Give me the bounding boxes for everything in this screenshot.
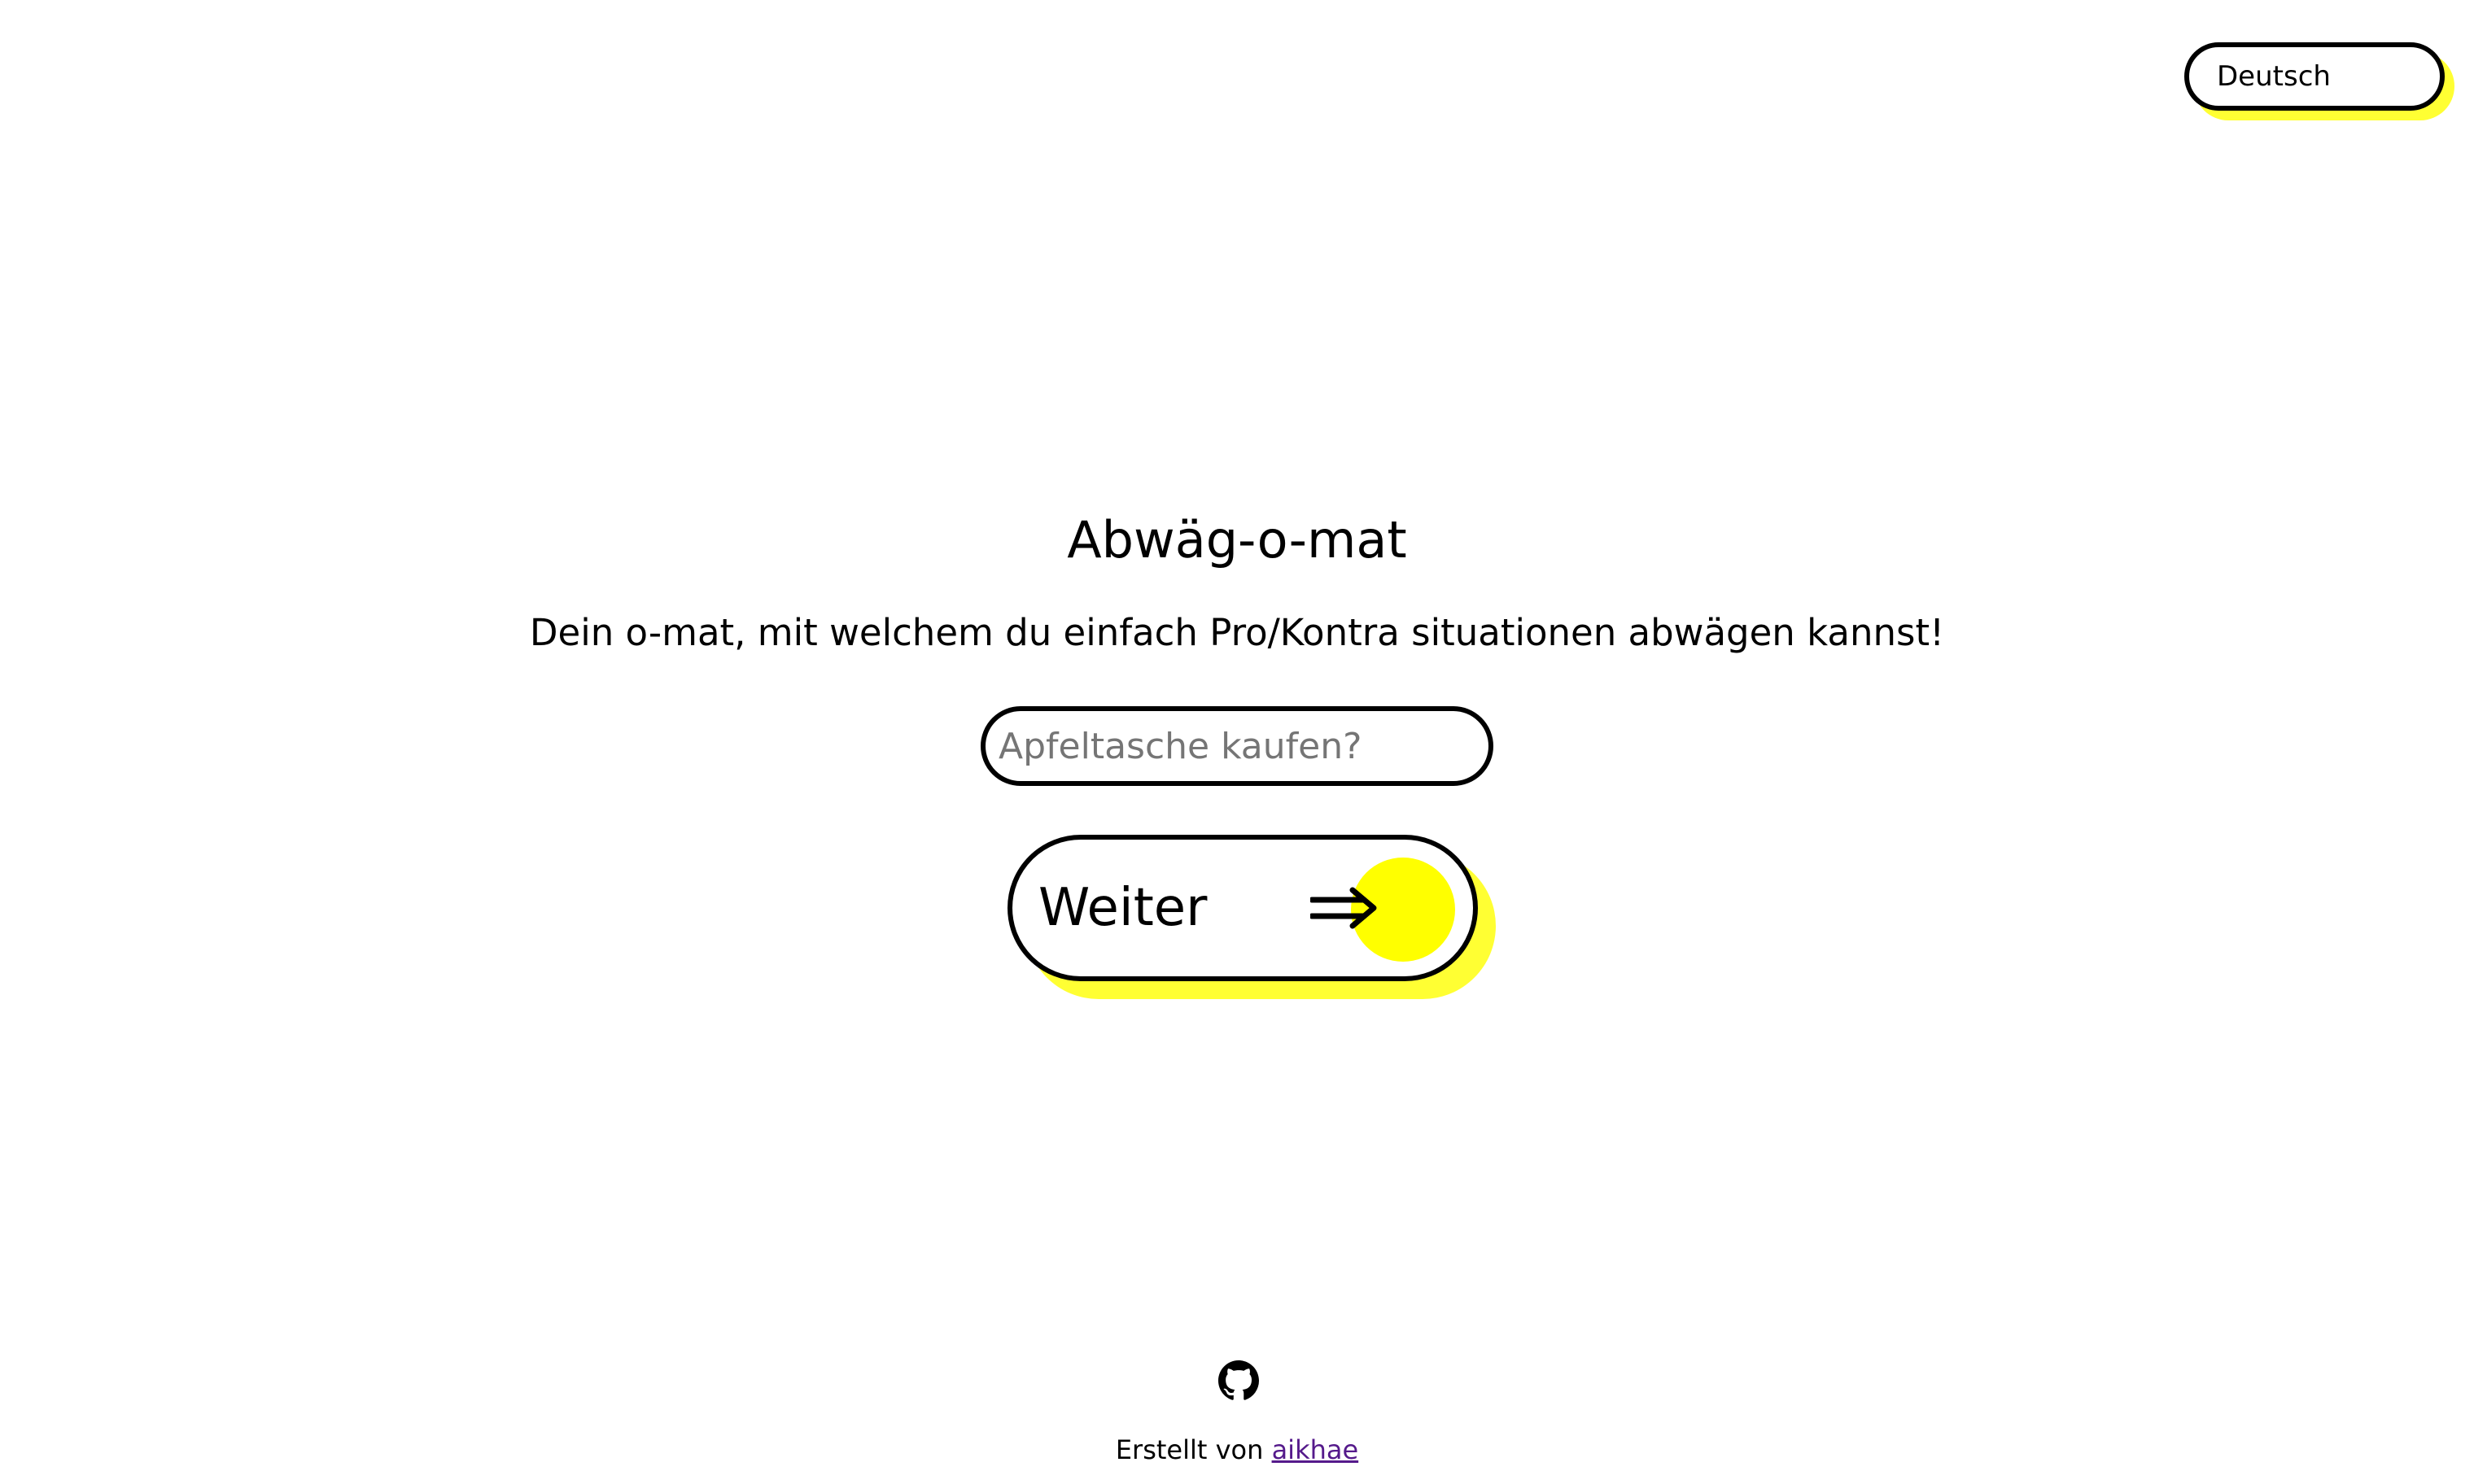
next-button-wrap: Weiter [1008,835,1496,999]
language-selector-value: Deutsch [2217,60,2331,93]
language-selector[interactable]: Deutsch [2184,42,2445,111]
next-button-label: Weiter [1038,878,1208,938]
footer-credit: Erstellt von aikhae [0,1432,2474,1468]
next-button[interactable]: Weiter [1008,835,1478,981]
page-title: Abwäg-o-mat [1067,510,1407,570]
double-arrow-right-icon [1310,887,1377,929]
language-selector-wrap: Deutsch [2184,42,2454,120]
page-subtitle: Dein o-mat, mit welchem du einfach Pro/K… [529,611,1945,654]
question-input[interactable] [981,706,1493,786]
github-icon[interactable] [1218,1360,1259,1401]
author-link[interactable]: aikhae [1272,1434,1359,1465]
page: Deutsch Abwäg-o-mat Dein o-mat, mit welc… [0,0,2474,1484]
footer-created-by: Erstellt von [1115,1434,1264,1465]
